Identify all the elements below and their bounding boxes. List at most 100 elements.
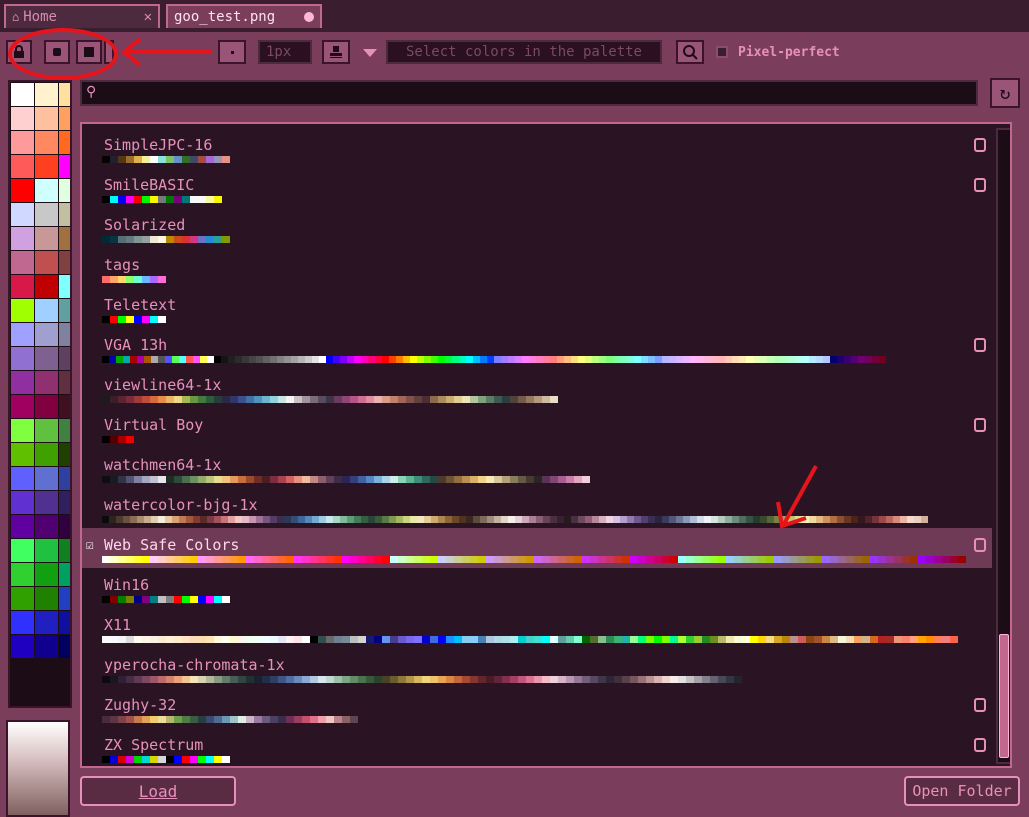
- palette-swatch[interactable]: [59, 419, 70, 442]
- palette-swatch[interactable]: [59, 563, 70, 586]
- palette-swatch[interactable]: [59, 491, 70, 514]
- palette-swatch[interactable]: [35, 107, 58, 130]
- palette-swatch[interactable]: [35, 203, 58, 226]
- color-picker-gradient[interactable]: [6, 720, 70, 817]
- palette-swatch[interactable]: [11, 419, 34, 442]
- palette-swatch[interactable]: [11, 203, 34, 226]
- palette-swatch[interactable]: [35, 563, 58, 586]
- palette-row[interactable]: VGA 13h: [82, 328, 992, 368]
- palette-swatch[interactable]: [59, 371, 70, 394]
- palette-swatch[interactable]: [35, 275, 58, 298]
- palette-swatch[interactable]: [11, 251, 34, 274]
- palette-swatch[interactable]: [59, 323, 70, 346]
- palette-row[interactable]: ☑ Web Safe Colors: [82, 528, 992, 568]
- palette-swatch[interactable]: [35, 419, 58, 442]
- palette-swatch[interactable]: [35, 515, 58, 538]
- palette-swatch[interactable]: [35, 83, 58, 106]
- tab-home[interactable]: ⌂ Home ✕: [4, 4, 160, 28]
- palette-swatch[interactable]: [11, 275, 34, 298]
- palette-swatch[interactable]: [59, 299, 70, 322]
- palette-swatch[interactable]: [59, 611, 70, 634]
- palette-row[interactable]: Zughy-32: [82, 688, 992, 728]
- palette-swatch[interactable]: [35, 395, 58, 418]
- palette-swatch[interactable]: [35, 443, 58, 466]
- palette-search-input[interactable]: ⚲: [80, 80, 978, 106]
- palette-row[interactable]: viewline64-1x: [82, 368, 992, 408]
- palette-swatch[interactable]: [11, 371, 34, 394]
- palette-swatch[interactable]: [59, 227, 70, 250]
- palette-swatch[interactable]: [59, 203, 70, 226]
- palette-row[interactable]: watchmen64-1x: [82, 448, 992, 488]
- palette-swatch[interactable]: [35, 299, 58, 322]
- open-folder-button[interactable]: Open Folder: [904, 776, 1020, 806]
- palette-row[interactable]: Virtual Boy: [82, 408, 992, 448]
- zoom-button[interactable]: [676, 40, 704, 64]
- palette-row[interactable]: ZX Spectrum: [82, 728, 992, 766]
- palette-row[interactable]: Teletext: [82, 288, 992, 328]
- palette-swatch[interactable]: [35, 491, 58, 514]
- palette-swatch[interactable]: [35, 227, 58, 250]
- palette-swatch[interactable]: [59, 179, 70, 202]
- palette-swatch[interactable]: [35, 371, 58, 394]
- palette-swatch[interactable]: [35, 467, 58, 490]
- palette-row[interactable]: tags: [82, 248, 992, 288]
- palette-row[interactable]: Win16: [82, 568, 992, 608]
- palette-swatch[interactable]: [35, 131, 58, 154]
- brush-preview-button[interactable]: [218, 40, 246, 64]
- palette-row[interactable]: watercolor-bjg-1x: [82, 488, 992, 528]
- palette-swatch[interactable]: [11, 227, 34, 250]
- scrollbar[interactable]: [996, 128, 1010, 764]
- palette-swatch[interactable]: [59, 515, 70, 538]
- palette-swatch[interactable]: [35, 611, 58, 634]
- palette-swatch[interactable]: [11, 467, 34, 490]
- palette-swatch[interactable]: [59, 587, 70, 610]
- palette-swatch[interactable]: [59, 395, 70, 418]
- palette-swatch[interactable]: [59, 467, 70, 490]
- palette-swatch[interactable]: [59, 347, 70, 370]
- pixel-perfect-checkbox[interactable]: [716, 46, 728, 58]
- modified-dot-icon[interactable]: [304, 12, 314, 22]
- palette-swatch[interactable]: [11, 515, 34, 538]
- palette-swatch[interactable]: [11, 635, 34, 658]
- palette-row[interactable]: X11: [82, 608, 992, 648]
- palette-swatch[interactable]: [59, 275, 70, 298]
- palette-swatch[interactable]: [35, 539, 58, 562]
- palette-swatch[interactable]: [35, 251, 58, 274]
- palette-swatch[interactable]: [11, 155, 34, 178]
- palette-swatch[interactable]: [11, 131, 34, 154]
- palette-swatch[interactable]: [59, 131, 70, 154]
- palette-swatch[interactable]: [11, 491, 34, 514]
- palette-row[interactable]: SimpleJPC-16: [82, 128, 992, 168]
- palette-swatch[interactable]: [59, 83, 70, 106]
- tab-goo-test[interactable]: goo_test.png: [166, 4, 322, 28]
- brush-size-field[interactable]: 1px: [258, 40, 312, 64]
- palette-hint-field[interactable]: Select colors in the palette: [386, 40, 662, 64]
- scrollbar-thumb[interactable]: [999, 634, 1009, 758]
- ink-type-button[interactable]: [322, 40, 350, 64]
- palette-swatch[interactable]: [11, 107, 34, 130]
- palette-swatch[interactable]: [35, 635, 58, 658]
- palette-swatch[interactable]: [11, 83, 34, 106]
- palette-swatch[interactable]: [11, 323, 34, 346]
- palette-row[interactable]: SmileBASIC: [82, 168, 992, 208]
- palette-swatch[interactable]: [59, 539, 70, 562]
- palette-swatch[interactable]: [11, 179, 34, 202]
- palette-swatch[interactable]: [11, 347, 34, 370]
- chevron-down-icon[interactable]: [362, 48, 378, 58]
- palette-swatch[interactable]: [11, 395, 34, 418]
- refresh-button[interactable]: ↻: [990, 78, 1020, 108]
- palette-swatch[interactable]: [35, 155, 58, 178]
- palette-swatch[interactable]: [11, 563, 34, 586]
- palette-row[interactable]: Solarized: [82, 208, 992, 248]
- palette-swatch[interactable]: [11, 539, 34, 562]
- palette-swatch[interactable]: [11, 443, 34, 466]
- load-button[interactable]: Load: [80, 776, 236, 806]
- palette-swatch[interactable]: [59, 443, 70, 466]
- palette-swatch[interactable]: [35, 347, 58, 370]
- close-icon[interactable]: ✕: [144, 9, 152, 25]
- palette-swatch[interactable]: [59, 107, 70, 130]
- palette-row[interactable]: yperocha-chromata-1x: [82, 648, 992, 688]
- palette-swatch[interactable]: [59, 155, 70, 178]
- palette-swatch[interactable]: [35, 587, 58, 610]
- palette-swatch[interactable]: [35, 179, 58, 202]
